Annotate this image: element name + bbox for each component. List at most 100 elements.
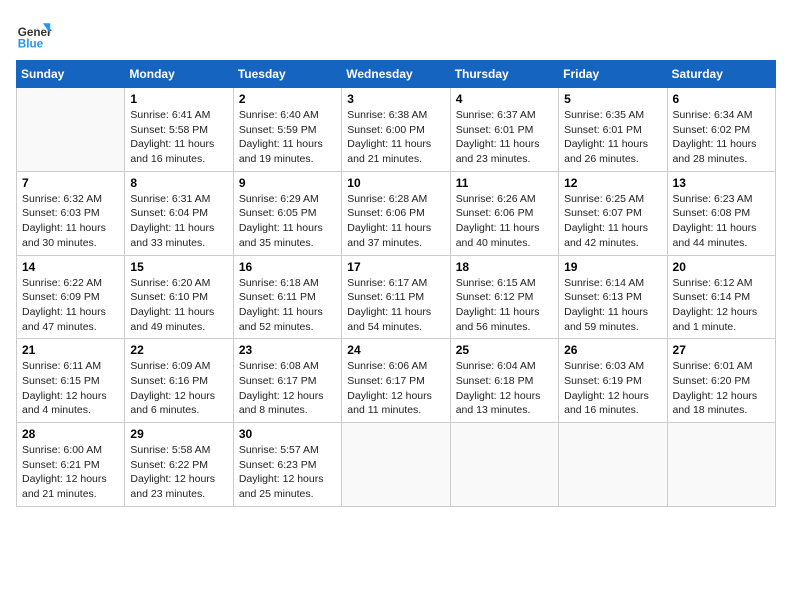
day-info: Sunrise: 6:06 AM Sunset: 6:17 PM Dayligh… <box>347 359 444 418</box>
calendar-cell: 11 Sunrise: 6:26 AM Sunset: 6:06 PM Dayli… <box>450 171 558 255</box>
day-number: 6 <box>673 92 770 106</box>
day-number: 12 <box>564 176 661 190</box>
day-number: 9 <box>239 176 336 190</box>
calendar-header-row: SundayMondayTuesdayWednesdayThursdayFrid… <box>17 61 776 88</box>
calendar-cell: 2 Sunrise: 6:40 AM Sunset: 5:59 PM Daylig… <box>233 88 341 172</box>
calendar-cell: 19Sunrise: 6:14 AM Sunset: 6:13 PM Dayli… <box>559 255 667 339</box>
calendar-cell: 27 Sunrise: 6:01 AM Sunset: 6:20 PM Dayli… <box>667 339 775 423</box>
day-number: 7 <box>22 176 119 190</box>
day-info: Sunrise: 6:41 AM Sunset: 5:58 PM Dayligh… <box>130 108 227 167</box>
calendar-cell <box>342 423 450 507</box>
day-info: Sunrise: 6:17 AM Sunset: 6:11 PM Dayligh… <box>347 276 444 335</box>
calendar-cell: 10Sunrise: 6:28 AM Sunset: 6:06 PM Dayli… <box>342 171 450 255</box>
logo: General Blue <box>16 16 52 52</box>
day-number: 3 <box>347 92 444 106</box>
calendar-week-row: 7 Sunrise: 6:32 AM Sunset: 6:03 PM Daylig… <box>17 171 776 255</box>
day-number: 24 <box>347 343 444 357</box>
day-info: Sunrise: 6:25 AM Sunset: 6:07 PM Dayligh… <box>564 192 661 251</box>
day-number: 27 <box>673 343 770 357</box>
day-info: Sunrise: 5:57 AM Sunset: 6:23 PM Dayligh… <box>239 443 336 502</box>
day-info: Sunrise: 6:40 AM Sunset: 5:59 PM Dayligh… <box>239 108 336 167</box>
calendar-cell: 7 Sunrise: 6:32 AM Sunset: 6:03 PM Daylig… <box>17 171 125 255</box>
day-info: Sunrise: 6:00 AM Sunset: 6:21 PM Dayligh… <box>22 443 119 502</box>
day-info: Sunrise: 6:37 AM Sunset: 6:01 PM Dayligh… <box>456 108 553 167</box>
day-info: Sunrise: 6:32 AM Sunset: 6:03 PM Dayligh… <box>22 192 119 251</box>
calendar-cell <box>17 88 125 172</box>
calendar-cell: 9 Sunrise: 6:29 AM Sunset: 6:05 PM Daylig… <box>233 171 341 255</box>
day-info: Sunrise: 6:15 AM Sunset: 6:12 PM Dayligh… <box>456 276 553 335</box>
day-info: Sunrise: 6:20 AM Sunset: 6:10 PM Dayligh… <box>130 276 227 335</box>
calendar-cell: 13 Sunrise: 6:23 AM Sunset: 6:08 PM Dayli… <box>667 171 775 255</box>
day-number: 8 <box>130 176 227 190</box>
day-of-week-header: Sunday <box>17 61 125 88</box>
day-of-week-header: Monday <box>125 61 233 88</box>
calendar-cell <box>450 423 558 507</box>
calendar-cell <box>559 423 667 507</box>
day-number: 26 <box>564 343 661 357</box>
calendar-cell: 18 Sunrise: 6:15 AM Sunset: 6:12 PM Dayli… <box>450 255 558 339</box>
day-number: 19 <box>564 260 661 274</box>
day-number: 13 <box>673 176 770 190</box>
day-number: 21 <box>22 343 119 357</box>
day-number: 15 <box>130 260 227 274</box>
day-info: Sunrise: 6:12 AM Sunset: 6:14 PM Dayligh… <box>673 276 770 335</box>
day-info: Sunrise: 6:04 AM Sunset: 6:18 PM Dayligh… <box>456 359 553 418</box>
calendar-cell: 29Sunrise: 5:58 AM Sunset: 6:22 PM Dayli… <box>125 423 233 507</box>
day-number: 14 <box>22 260 119 274</box>
day-info: Sunrise: 6:38 AM Sunset: 6:00 PM Dayligh… <box>347 108 444 167</box>
day-number: 16 <box>239 260 336 274</box>
day-info: Sunrise: 6:23 AM Sunset: 6:08 PM Dayligh… <box>673 192 770 251</box>
calendar-cell: 26 Sunrise: 6:03 AM Sunset: 6:19 PM Dayli… <box>559 339 667 423</box>
day-number: 29 <box>130 427 227 441</box>
day-of-week-header: Friday <box>559 61 667 88</box>
calendar-week-row: 21 Sunrise: 6:11 AM Sunset: 6:15 PM Dayli… <box>17 339 776 423</box>
logo-icon: General Blue <box>16 16 52 52</box>
day-info: Sunrise: 6:08 AM Sunset: 6:17 PM Dayligh… <box>239 359 336 418</box>
calendar-cell: 1 Sunrise: 6:41 AM Sunset: 5:58 PM Daylig… <box>125 88 233 172</box>
day-of-week-header: Saturday <box>667 61 775 88</box>
day-info: Sunrise: 6:18 AM Sunset: 6:11 PM Dayligh… <box>239 276 336 335</box>
page-header: General Blue <box>16 16 776 52</box>
calendar-cell: 23 Sunrise: 6:08 AM Sunset: 6:17 PM Dayli… <box>233 339 341 423</box>
calendar-cell: 12 Sunrise: 6:25 AM Sunset: 6:07 PM Dayli… <box>559 171 667 255</box>
day-number: 18 <box>456 260 553 274</box>
day-of-week-header: Thursday <box>450 61 558 88</box>
day-number: 20 <box>673 260 770 274</box>
day-number: 1 <box>130 92 227 106</box>
day-info: Sunrise: 6:26 AM Sunset: 6:06 PM Dayligh… <box>456 192 553 251</box>
day-info: Sunrise: 6:09 AM Sunset: 6:16 PM Dayligh… <box>130 359 227 418</box>
calendar-body: 1 Sunrise: 6:41 AM Sunset: 5:58 PM Daylig… <box>17 88 776 507</box>
calendar-cell: 24 Sunrise: 6:06 AM Sunset: 6:17 PM Dayli… <box>342 339 450 423</box>
day-info: Sunrise: 6:28 AM Sunset: 6:06 PM Dayligh… <box>347 192 444 251</box>
day-of-week-header: Tuesday <box>233 61 341 88</box>
day-number: 23 <box>239 343 336 357</box>
calendar-week-row: 14 Sunrise: 6:22 AM Sunset: 6:09 PM Dayli… <box>17 255 776 339</box>
day-number: 5 <box>564 92 661 106</box>
calendar-cell: 5Sunrise: 6:35 AM Sunset: 6:01 PM Daylig… <box>559 88 667 172</box>
day-number: 30 <box>239 427 336 441</box>
calendar-cell: 17 Sunrise: 6:17 AM Sunset: 6:11 PM Dayli… <box>342 255 450 339</box>
day-info: Sunrise: 6:11 AM Sunset: 6:15 PM Dayligh… <box>22 359 119 418</box>
calendar-cell: 15 Sunrise: 6:20 AM Sunset: 6:10 PM Dayli… <box>125 255 233 339</box>
day-info: Sunrise: 6:01 AM Sunset: 6:20 PM Dayligh… <box>673 359 770 418</box>
calendar-cell: 3 Sunrise: 6:38 AM Sunset: 6:00 PM Daylig… <box>342 88 450 172</box>
day-info: Sunrise: 6:29 AM Sunset: 6:05 PM Dayligh… <box>239 192 336 251</box>
calendar-week-row: 28 Sunrise: 6:00 AM Sunset: 6:21 PM Dayli… <box>17 423 776 507</box>
calendar-cell <box>667 423 775 507</box>
day-number: 11 <box>456 176 553 190</box>
day-info: Sunrise: 6:31 AM Sunset: 6:04 PM Dayligh… <box>130 192 227 251</box>
day-info: Sunrise: 6:22 AM Sunset: 6:09 PM Dayligh… <box>22 276 119 335</box>
calendar-cell: 30 Sunrise: 5:57 AM Sunset: 6:23 PM Dayli… <box>233 423 341 507</box>
day-number: 25 <box>456 343 553 357</box>
calendar-cell: 6Sunrise: 6:34 AM Sunset: 6:02 PM Daylig… <box>667 88 775 172</box>
calendar-cell: 16 Sunrise: 6:18 AM Sunset: 6:11 PM Dayli… <box>233 255 341 339</box>
day-number: 17 <box>347 260 444 274</box>
calendar-cell: 21 Sunrise: 6:11 AM Sunset: 6:15 PM Dayli… <box>17 339 125 423</box>
day-number: 28 <box>22 427 119 441</box>
calendar-cell: 4Sunrise: 6:37 AM Sunset: 6:01 PM Daylig… <box>450 88 558 172</box>
day-info: Sunrise: 6:03 AM Sunset: 6:19 PM Dayligh… <box>564 359 661 418</box>
day-number: 2 <box>239 92 336 106</box>
day-number: 22 <box>130 343 227 357</box>
svg-text:Blue: Blue <box>18 38 44 51</box>
calendar-cell: 22 Sunrise: 6:09 AM Sunset: 6:16 PM Dayli… <box>125 339 233 423</box>
